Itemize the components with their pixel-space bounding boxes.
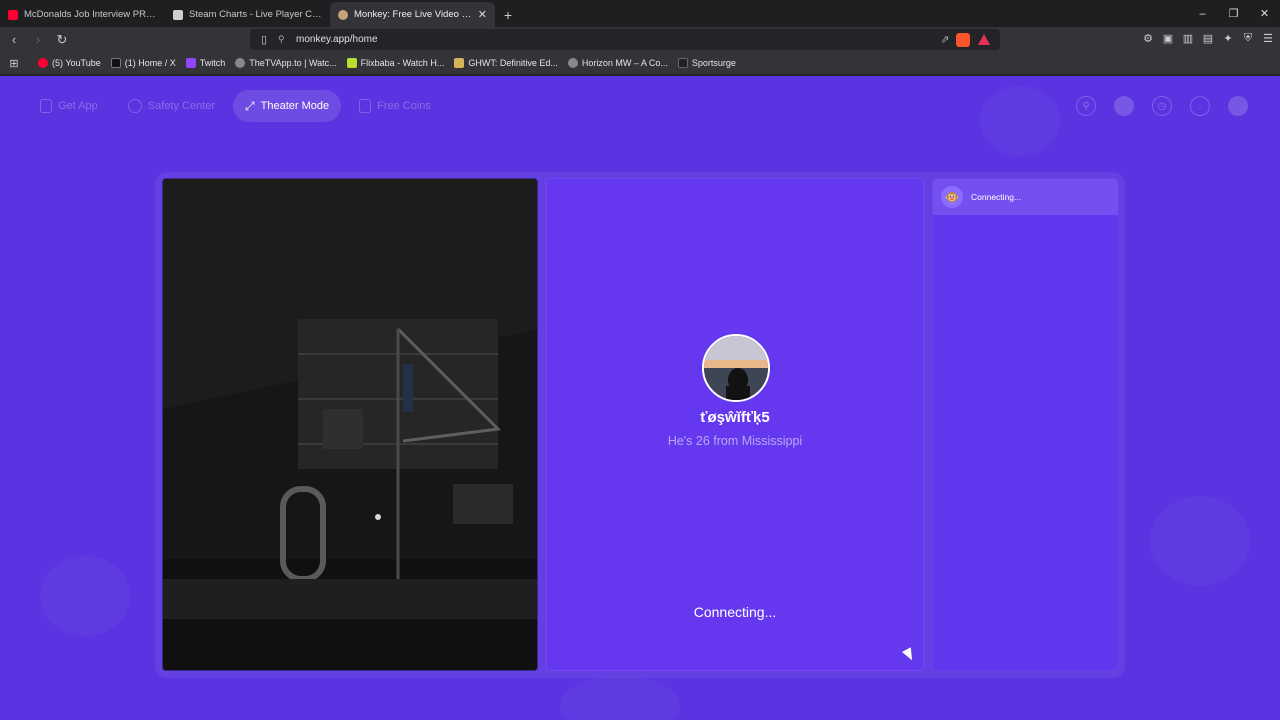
safety-center-button[interactable]: Safety Center bbox=[116, 90, 227, 122]
url-text[interactable]: monkey.app/home bbox=[296, 34, 934, 45]
video-chat-stage: ťøşŵĭfťķ5 He's 26 from Mississippi Conne… bbox=[155, 172, 1125, 678]
tab-monkey[interactable]: Monkey: Free Live Video Chat ✕ bbox=[330, 2, 495, 27]
x-logo-icon bbox=[110, 58, 121, 68]
monkey-icon: 🐵 bbox=[941, 186, 963, 208]
apps-grid-icon[interactable]: ⊞ bbox=[0, 57, 28, 70]
background-pattern bbox=[980, 86, 1060, 156]
tab-strip: McDonalds Job Interview PRANK - Yo Steam… bbox=[0, 0, 1280, 27]
navigation-bar: ‹ › ↻ ▯ ⚲ monkey.app/home ⇗ ⚙ ▣ ▥ ▤ ✦ ⛨ … bbox=[0, 27, 1280, 52]
profile-avatar-icon[interactable] bbox=[1228, 96, 1248, 116]
wallet-card-icon[interactable]: ▤ bbox=[1202, 31, 1214, 45]
bookmark-label: (1) Home / X bbox=[124, 58, 176, 68]
background-pattern bbox=[1150, 496, 1250, 586]
safety-center-label: Safety Center bbox=[147, 100, 216, 112]
get-app-label: Get App bbox=[58, 100, 98, 112]
bookmark-label: Sportsurge bbox=[691, 58, 736, 68]
new-tab-button[interactable]: + bbox=[495, 2, 521, 27]
monkey-page: Get App Safety Center ⤢ Theater Mode Fre… bbox=[0, 76, 1280, 720]
chat-icon[interactable]: ◌ bbox=[1190, 96, 1210, 116]
tab-title: Monkey: Free Live Video Chat bbox=[354, 9, 474, 20]
close-window-button[interactable]: ✕ bbox=[1249, 0, 1280, 27]
menu-icon[interactable]: ☰ bbox=[1262, 31, 1274, 45]
bookmark-flixbaba[interactable]: Flixbaba - Watch H... bbox=[346, 58, 445, 68]
remote-user-avatar bbox=[702, 334, 770, 402]
bookmark-icon[interactable]: ▯ bbox=[250, 33, 278, 46]
bookmark-sportsurge[interactable]: Sportsurge bbox=[677, 58, 736, 68]
tab-youtube[interactable]: McDonalds Job Interview PRANK - Yo bbox=[0, 2, 165, 27]
remote-user-info: He's 26 from Mississippi bbox=[667, 434, 803, 448]
vpn-icon[interactable]: ⛨ bbox=[1242, 31, 1254, 45]
coins-icon bbox=[359, 99, 372, 113]
restore-button[interactable]: ❐ bbox=[1218, 0, 1249, 27]
tab-title: Steam Charts - Live Player Count Stati bbox=[189, 9, 322, 20]
connecting-status: Connecting... bbox=[693, 604, 777, 620]
bookmark-ghwt[interactable]: GHWT: Definitive Ed... bbox=[454, 58, 558, 68]
share-icon[interactable]: ⇗ bbox=[934, 33, 956, 46]
toolbar-icons: ⚙ ▣ ▥ ▤ ✦ ⛨ ☰ bbox=[1142, 31, 1274, 45]
bookmark-horizon[interactable]: Horizon MW – A Co... bbox=[567, 58, 668, 68]
ghwt-icon bbox=[454, 58, 465, 68]
phone-icon bbox=[40, 99, 52, 113]
globe-icon bbox=[567, 58, 578, 68]
top-nav: Get App Safety Center ⤢ Theater Mode Fre… bbox=[28, 90, 443, 122]
chat-status-row: 🐵 Connecting... bbox=[933, 179, 1118, 215]
leo-icon[interactable]: ✦ bbox=[1222, 31, 1234, 45]
bookmark-label: (5) YouTube bbox=[52, 58, 101, 68]
wallet-icon[interactable]: ▣ bbox=[1162, 31, 1174, 45]
extensions-icon[interactable]: ⚙ bbox=[1142, 31, 1154, 45]
minimize-button[interactable]: – bbox=[1187, 0, 1218, 27]
free-coins-label: Free Coins bbox=[377, 100, 431, 112]
history-icon[interactable]: ◷ bbox=[1152, 96, 1172, 116]
bookmark-label: GHWT: Definitive Ed... bbox=[468, 58, 558, 68]
tab-steam-charts[interactable]: Steam Charts - Live Player Count Stati bbox=[165, 2, 330, 27]
shield-icon bbox=[127, 99, 142, 113]
bookmark-label: Horizon MW – A Co... bbox=[581, 58, 668, 68]
theater-mode-button[interactable]: ⤢ Theater Mode bbox=[233, 90, 342, 122]
avatar-image bbox=[704, 336, 768, 400]
tab-title: McDonalds Job Interview PRANK - Yo bbox=[24, 9, 157, 20]
bookmark-label: Flixbaba - Watch H... bbox=[360, 58, 445, 68]
steam-icon bbox=[173, 9, 183, 20]
chat-status-text: Connecting... bbox=[971, 192, 1022, 202]
youtube-icon bbox=[38, 58, 48, 68]
bookmark-youtube[interactable]: (5) YouTube bbox=[38, 58, 101, 68]
remote-username: ťøşŵĭfťķ5 bbox=[700, 409, 770, 426]
twitch-icon bbox=[185, 58, 196, 68]
forward-button[interactable]: › bbox=[28, 30, 48, 50]
remote-user-panel: ťøşŵĭfťķ5 He's 26 from Mississippi Conne… bbox=[546, 178, 924, 671]
bookmark-thetvapp[interactable]: TheTVApp.to | Watc... bbox=[235, 58, 337, 68]
reload-button[interactable]: ↻ bbox=[52, 30, 72, 50]
top-right-icons: ⚲ ◷ ◌ bbox=[1076, 96, 1248, 116]
background-pattern bbox=[560, 676, 680, 720]
close-tab-icon[interactable]: ✕ bbox=[478, 8, 487, 21]
back-button[interactable]: ‹ bbox=[4, 30, 24, 50]
bookmark-x[interactable]: (1) Home / X bbox=[110, 58, 176, 68]
brave-rewards-icon[interactable] bbox=[978, 34, 990, 45]
bookmark-twitch[interactable]: Twitch bbox=[185, 58, 226, 68]
bookmark-label: TheTVApp.to | Watc... bbox=[249, 58, 337, 68]
coin-balance-icon[interactable] bbox=[1114, 96, 1134, 116]
bookmark-label: Twitch bbox=[199, 58, 226, 68]
window-controls: – ❐ ✕ bbox=[1187, 0, 1280, 27]
chat-panel: 🐵 Connecting... bbox=[932, 178, 1119, 671]
camera-image bbox=[163, 179, 537, 670]
sportsurge-icon bbox=[677, 58, 688, 68]
flixbaba-icon bbox=[346, 58, 357, 68]
self-camera-feed bbox=[162, 178, 538, 671]
brave-shield-icon[interactable] bbox=[956, 32, 970, 47]
free-coins-button[interactable]: Free Coins bbox=[347, 90, 443, 122]
globe-icon bbox=[235, 58, 246, 68]
theater-mode-label: Theater Mode bbox=[260, 100, 330, 112]
bookmarks-bar: ⊞ (5) YouTube (1) Home / X Twitch TheTVA… bbox=[0, 52, 1280, 75]
address-bar[interactable]: ▯ ⚲ monkey.app/home ⇗ bbox=[250, 29, 1000, 50]
site-info-icon[interactable]: ⚲ bbox=[278, 34, 296, 45]
background-pattern bbox=[40, 556, 130, 636]
expand-icon: ⤢ bbox=[245, 98, 255, 113]
get-app-button[interactable]: Get App bbox=[28, 90, 110, 122]
sidebar-icon[interactable]: ▥ bbox=[1182, 31, 1194, 45]
monkey-icon bbox=[338, 9, 348, 20]
youtube-icon bbox=[8, 9, 18, 20]
search-icon[interactable]: ⚲ bbox=[1076, 96, 1096, 116]
